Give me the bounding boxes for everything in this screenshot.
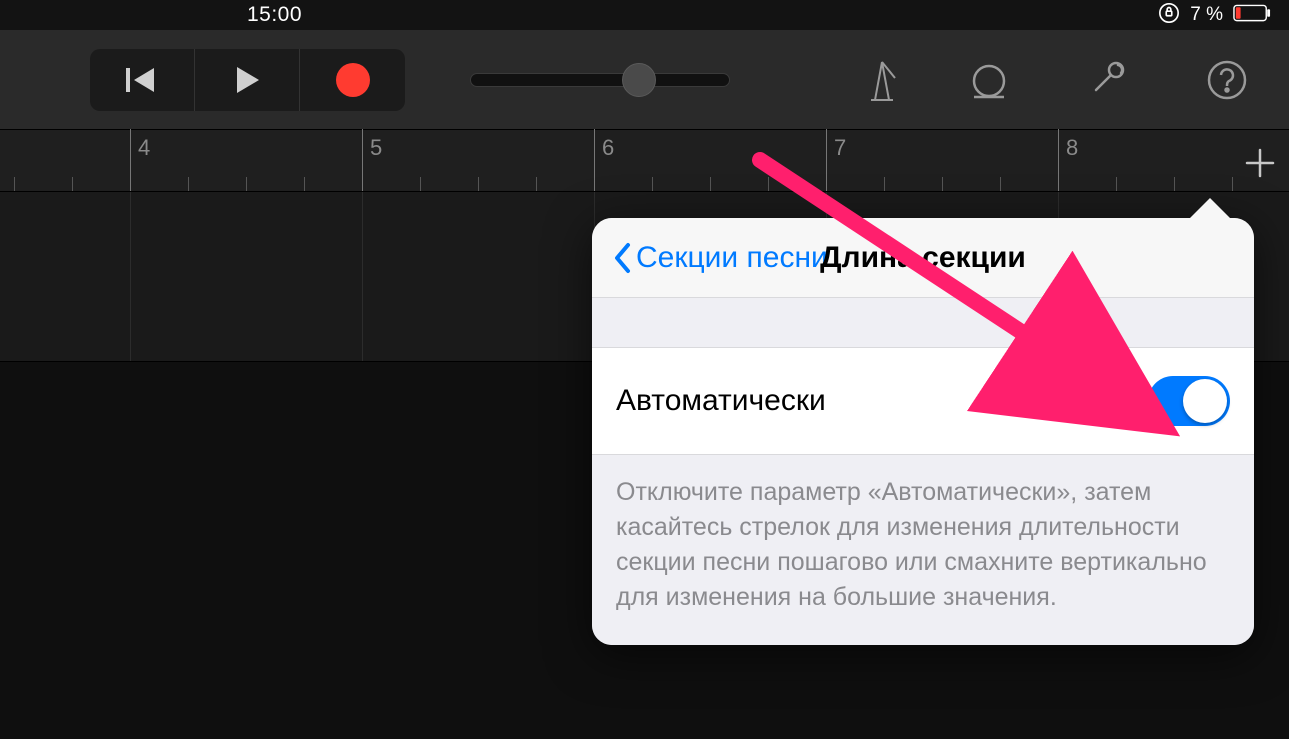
- popover-spacer: [592, 298, 1254, 348]
- slider-track: [470, 73, 730, 87]
- popover-header: Секции песни Длина секции: [592, 218, 1254, 298]
- ruler-label: 5: [370, 135, 382, 161]
- ruler-label: 4: [138, 135, 150, 161]
- back-label: Секции песни: [636, 241, 828, 275]
- popover-title: Длина секции: [820, 241, 1026, 275]
- ruler-label: 8: [1066, 135, 1078, 161]
- status-right: 7 %: [1158, 2, 1271, 29]
- rotation-lock-icon: [1158, 2, 1180, 29]
- help-button[interactable]: [1205, 58, 1249, 102]
- timeline-ruler[interactable]: 4 5 6 7 8: [0, 130, 1289, 192]
- chevron-left-icon: [612, 241, 632, 275]
- status-bar: 15:00 7 %: [0, 0, 1289, 30]
- clock: 15:00: [247, 3, 302, 27]
- section-length-popover: Секции песни Длина секции Автоматически …: [592, 218, 1254, 645]
- toggle-knob: [1183, 379, 1227, 423]
- popover-description: Отключите параметр «Автоматически», зате…: [592, 455, 1254, 645]
- add-section-button[interactable]: [1237, 140, 1283, 186]
- battery-percent: 7 %: [1190, 4, 1223, 26]
- settings-button[interactable]: [1086, 58, 1130, 102]
- loop-button[interactable]: [967, 58, 1011, 102]
- ruler-label: 7: [834, 135, 846, 161]
- automatic-row: Автоматически: [592, 348, 1254, 455]
- ruler-label: 6: [602, 135, 614, 161]
- transport-toolbar: [0, 30, 1289, 130]
- rewind-button[interactable]: [90, 49, 195, 111]
- metronome-button[interactable]: [860, 58, 904, 102]
- play-button[interactable]: [195, 49, 300, 111]
- slider-knob[interactable]: [622, 63, 656, 97]
- automatic-label: Автоматически: [616, 384, 826, 418]
- transport-controls: [90, 49, 405, 111]
- record-icon: [336, 63, 370, 97]
- battery-icon: [1233, 4, 1271, 27]
- tempo-slider[interactable]: [470, 73, 730, 87]
- record-button[interactable]: [300, 49, 405, 111]
- popover-caret: [1188, 198, 1232, 220]
- automatic-toggle[interactable]: [1148, 376, 1230, 426]
- back-button[interactable]: Секции песни: [612, 241, 828, 275]
- toolbar-right: [967, 58, 1249, 102]
